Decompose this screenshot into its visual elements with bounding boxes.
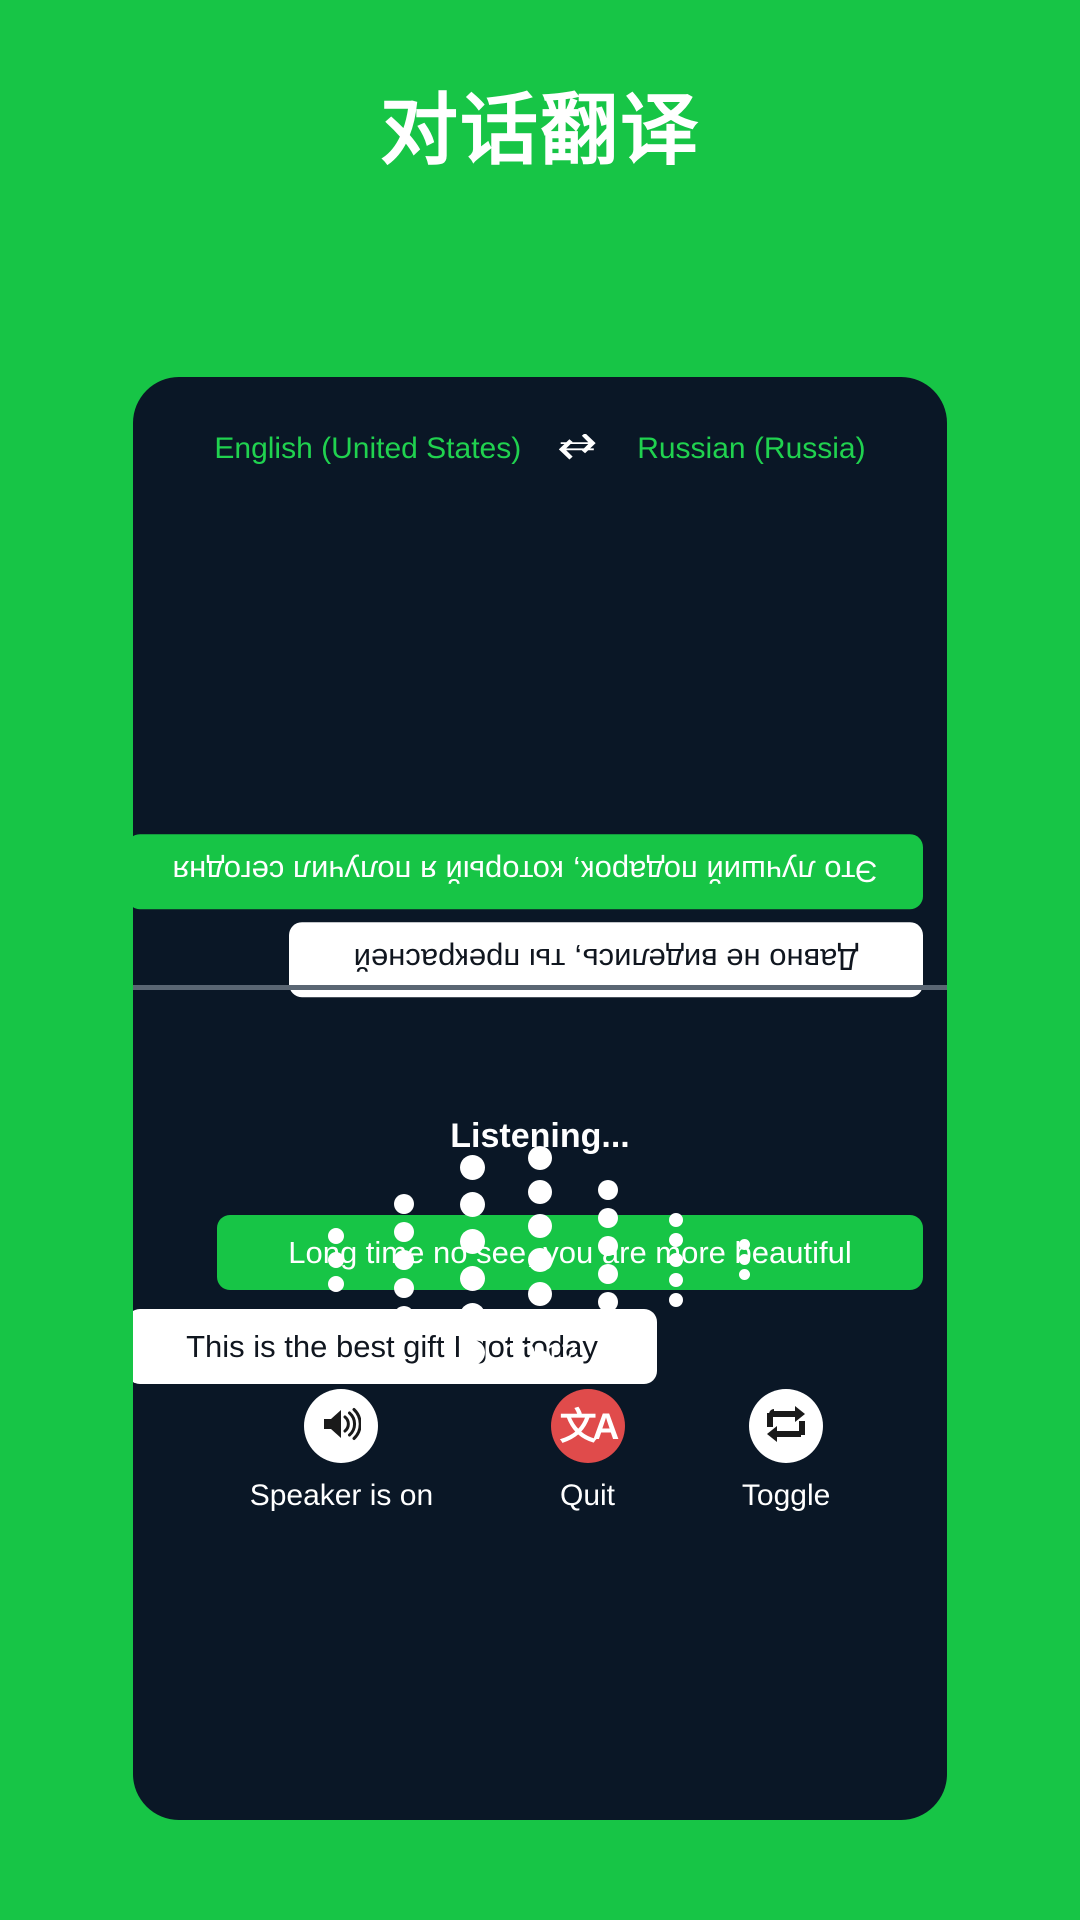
waveform-dot: [669, 1272, 683, 1287]
waveform-dot: [669, 1212, 683, 1227]
waveform-dot: [394, 1249, 414, 1270]
page-title: 对话翻译: [379, 86, 700, 174]
conversation-top-panel: Это лучший подарок, который я получил се…: [133, 377, 947, 998]
waveform-dot: [738, 1254, 750, 1265]
waveform-dot: [669, 1292, 683, 1307]
waveform-dot: [598, 1291, 618, 1312]
waveform-dot: [394, 1277, 414, 1298]
waveform-dot: [459, 1154, 485, 1180]
waveform-column: [438, 1149, 506, 1371]
control-bar: Speaker is on 文A Quit Toggle: [133, 1389, 947, 1513]
toggle-button[interactable]: Toggle: [742, 1389, 830, 1513]
waveform-dot: [328, 1275, 344, 1292]
quit-button-circle[interactable]: 文A: [550, 1389, 625, 1463]
waveform-dot: [459, 1302, 485, 1328]
waveform-dot: [598, 1263, 618, 1284]
waveform-dot: [459, 1191, 485, 1217]
waveform-column: [642, 1210, 710, 1310]
waveform-dot: [528, 1179, 552, 1204]
waveform-dot: [394, 1193, 414, 1214]
phone-panel: English (United States) Russian (Russia)…: [133, 377, 947, 1820]
waveform-dot: [459, 1265, 485, 1291]
speaker-button-circle[interactable]: [304, 1389, 379, 1463]
waveform-dot: [394, 1221, 414, 1242]
waveform-column: [710, 1237, 778, 1282]
waveform-dot: [598, 1207, 618, 1228]
recording-timer: 00:17: [502, 1339, 578, 1372]
waveform-dot: [528, 1315, 552, 1340]
waveform-dot: [598, 1319, 618, 1340]
app-root: 对话翻译 English (United States) Russian (Ru…: [0, 0, 1080, 1920]
waveform-dot: [738, 1269, 750, 1280]
translate-icon: 文A: [559, 1405, 620, 1447]
waveform-dot: [528, 1247, 552, 1272]
audio-waveform-visualizer: [133, 1145, 947, 1374]
waveform-dot: [598, 1235, 618, 1256]
waveform-dot: [598, 1179, 618, 1200]
waveform-dot: [459, 1228, 485, 1254]
waveform-dot: [328, 1227, 344, 1244]
swap-arrows-icon: [765, 1405, 807, 1448]
message-bubble-ru-outgoing[interactable]: Это лучший подарок, который я получил се…: [133, 834, 923, 910]
speaker-button-label: Speaker is on: [249, 1479, 434, 1512]
waveform-column: [370, 1190, 438, 1330]
quit-button[interactable]: 文A Quit: [550, 1389, 625, 1513]
waveform-column: [574, 1176, 642, 1344]
quit-button-label: Quit: [560, 1479, 616, 1512]
waveform-dot: [669, 1252, 683, 1267]
waveform-dot: [528, 1145, 552, 1170]
waveform-dot: [328, 1251, 344, 1268]
waveform-column: [302, 1224, 370, 1296]
speaker-on-icon: [321, 1406, 363, 1447]
toggle-button-label: Toggle: [741, 1479, 831, 1512]
waveform-dot: [738, 1239, 750, 1250]
waveform-dot: [528, 1281, 552, 1306]
waveform-dot: [394, 1305, 414, 1326]
waveform-dot: [669, 1232, 683, 1247]
waveform-dot: [528, 1213, 552, 1238]
toggle-button-circle[interactable]: [749, 1389, 824, 1463]
speaker-button[interactable]: Speaker is on: [250, 1389, 433, 1513]
